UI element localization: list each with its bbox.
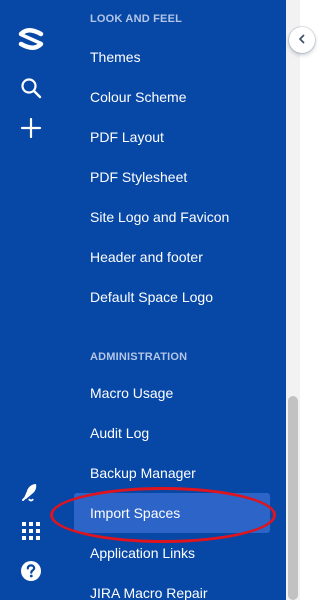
section-heading-look-and-feel: LOOK AND FEEL: [90, 13, 183, 25]
collapse-sidebar-button[interactable]: [289, 27, 315, 53]
search-icon[interactable]: [14, 71, 48, 105]
sidebar-item-import-spaces[interactable]: Import Spaces: [74, 493, 270, 533]
help-icon[interactable]: [14, 554, 48, 588]
sidebar-item-jira-macro-repair[interactable]: JIRA Macro Repair: [76, 573, 270, 600]
confluence-logo-icon[interactable]: [14, 22, 48, 56]
chevron-left-icon: [297, 31, 307, 49]
sidebar-item-default-space-logo[interactable]: Default Space Logo: [76, 277, 270, 317]
scrollbar-thumb[interactable]: [288, 396, 298, 600]
sidebar-item-backup-manager[interactable]: Backup Manager: [76, 453, 270, 493]
admin-sidebar: LOOK AND FEEL Themes Colour Scheme PDF L…: [62, 0, 286, 600]
sidebar-item-header-and-footer[interactable]: Header and footer: [76, 237, 270, 277]
sidebar-item-audit-log[interactable]: Audit Log: [76, 413, 270, 453]
content-area-edge: [300, 0, 318, 600]
sidebar-item-colour-scheme[interactable]: Colour Scheme: [76, 77, 270, 117]
sidebar-item-application-links[interactable]: Application Links: [76, 533, 270, 573]
notifications-icon[interactable]: [14, 475, 48, 509]
sidebar-item-macro-usage[interactable]: Macro Usage: [76, 373, 270, 413]
section-heading-administration: ADMINISTRATION: [90, 351, 188, 363]
sidebar-scrollbar[interactable]: [286, 0, 300, 600]
sidebar-item-pdf-stylesheet[interactable]: PDF Stylesheet: [76, 157, 270, 197]
app-switcher-icon[interactable]: [14, 514, 48, 548]
create-icon[interactable]: [14, 111, 48, 145]
sidebar-item-site-logo-and-favicon[interactable]: Site Logo and Favicon: [76, 197, 270, 237]
sidebar-item-pdf-layout[interactable]: PDF Layout: [76, 117, 270, 157]
sidebar-item-themes[interactable]: Themes: [76, 37, 270, 77]
global-navigation: [0, 0, 62, 600]
